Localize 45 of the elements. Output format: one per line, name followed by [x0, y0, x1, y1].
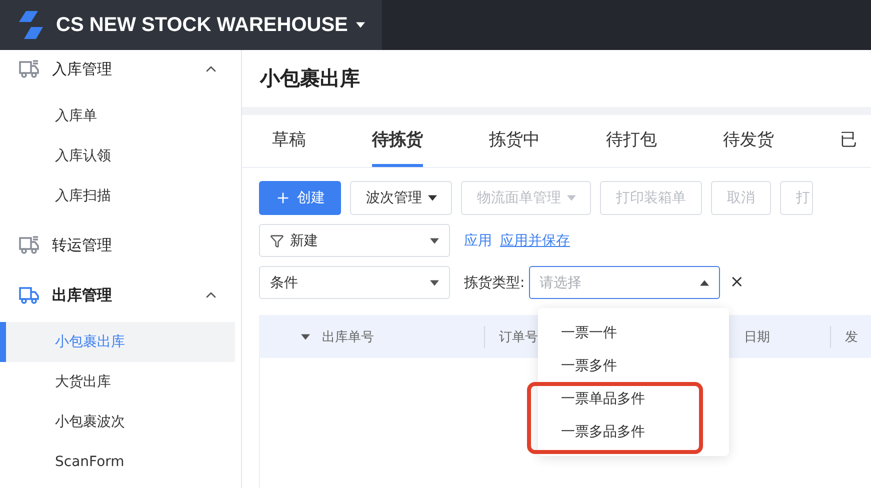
dropdown-option[interactable]: 一票多品多件	[538, 415, 729, 448]
truck-icon	[18, 285, 40, 305]
column-header: 出库单号	[322, 328, 374, 346]
sidebar-item[interactable]: 入库扫描	[0, 176, 235, 216]
sidebar-group[interactable]: 出库管理	[0, 270, 241, 320]
tab[interactable]: 拣货中	[489, 115, 540, 167]
sidebar-group[interactable]: 转运管理	[0, 220, 241, 270]
caret-icon	[430, 238, 439, 244]
condition-select[interactable]: 条件	[259, 266, 450, 299]
tab[interactable]: 待拣货	[372, 115, 423, 167]
tab[interactable]: 待打包	[606, 115, 657, 167]
caret-icon	[356, 22, 365, 28]
sidebar-item[interactable]: ScanForm	[0, 442, 235, 482]
column-header: 订单号	[499, 328, 538, 346]
filter-icon	[270, 234, 284, 248]
sidebar-group[interactable]: 入库管理	[0, 50, 241, 88]
column-header: 日期	[744, 328, 770, 346]
dropdown-option[interactable]: 一票单品多件	[538, 382, 729, 415]
sidebar-item[interactable]: 入库认领	[0, 136, 235, 176]
sidebar-item[interactable]: 大货出库	[0, 362, 235, 402]
column-header: 发	[845, 328, 858, 346]
field-label: 拣货类型:	[464, 274, 525, 292]
caret-icon	[567, 195, 576, 201]
tab[interactable]: 待发货	[723, 115, 774, 167]
sidebar-item[interactable]: 小包裹波次	[0, 402, 235, 442]
page-title: 小包裹出库	[260, 65, 360, 92]
truck-icon	[18, 235, 40, 255]
tab[interactable]: 草稿	[272, 115, 306, 167]
tab[interactable]: 已	[840, 115, 857, 167]
caret-icon	[700, 280, 709, 286]
dropdown-option[interactable]: 一票一件	[538, 316, 729, 349]
clear-button[interactable]: ×	[730, 274, 744, 291]
plus-icon	[275, 190, 291, 206]
filter-select[interactable]: 新建	[259, 224, 450, 257]
dropdown-button[interactable]: 波次管理	[350, 181, 452, 215]
create-button[interactable]: 创建	[259, 181, 341, 215]
link[interactable]: 应用并保存	[500, 232, 570, 250]
logo-icon	[18, 10, 44, 40]
caret-icon	[430, 280, 439, 286]
caret-icon	[301, 334, 310, 340]
truck-icon	[18, 59, 40, 79]
dropdown-option[interactable]: 一票多件	[538, 349, 729, 382]
link[interactable]: 应用	[464, 232, 492, 250]
sidebar-item[interactable]: 入库单	[0, 96, 235, 136]
caret-icon	[428, 195, 437, 201]
